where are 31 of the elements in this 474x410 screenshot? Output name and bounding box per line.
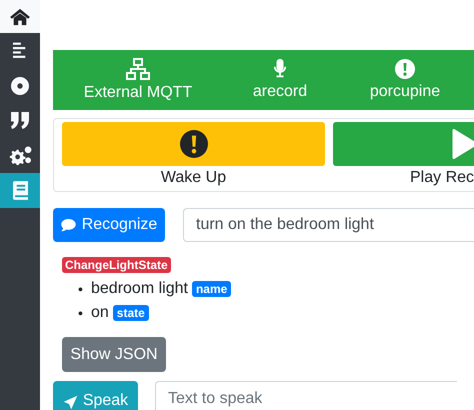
bullet: •	[78, 304, 84, 322]
sentence-input[interactable]: turn on the bedroom light	[183, 208, 474, 242]
exclamation-icon	[180, 130, 208, 158]
slot-badge: name	[192, 281, 232, 297]
slot-value: on	[91, 303, 109, 323]
service-label: External MQTT	[84, 82, 192, 102]
speak-button[interactable]: Speak	[53, 381, 138, 410]
service-label: arecord	[252, 82, 308, 102]
quote-icon	[10, 112, 30, 129]
microphone-icon	[273, 58, 287, 79]
speak-input[interactable]: Text to speak	[155, 381, 457, 410]
comment-icon	[60, 218, 76, 232]
recognize-button[interactable]: Recognize	[53, 208, 165, 242]
home-icon	[9, 8, 31, 26]
service-label: porcupine	[370, 82, 440, 102]
send-icon	[62, 395, 78, 410]
home-link[interactable]	[0, 0, 40, 33]
slot-badge: state	[112, 305, 149, 321]
bullet: •	[78, 280, 84, 298]
slot-value: bedroom light	[91, 279, 188, 299]
wake-up-button[interactable]	[62, 122, 325, 166]
play-icon	[452, 129, 474, 159]
intent-badge: ChangeLightState	[62, 257, 171, 273]
gears-icon	[8, 146, 32, 165]
exclamation-icon	[395, 59, 415, 79]
network-icon	[126, 58, 150, 80]
action-label: Play Rec	[410, 168, 474, 188]
show-json-button[interactable]: Show JSON	[62, 337, 166, 372]
action-label: Wake Up	[160, 168, 226, 188]
book-icon	[12, 181, 28, 200]
align-left-icon	[13, 42, 27, 59]
